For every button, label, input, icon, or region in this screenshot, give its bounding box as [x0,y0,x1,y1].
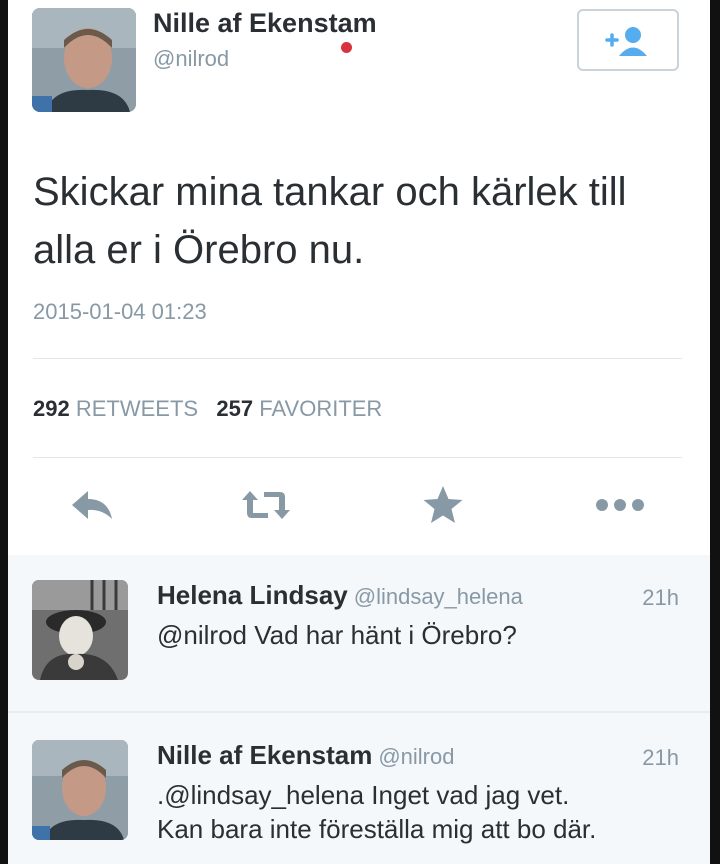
reply-button[interactable] [62,475,122,535]
tweet-actions [0,475,720,535]
reply-author-name-text[interactable]: Helena Lindsay [157,580,348,610]
tweet-text: Skickar mina tankar och kärlek till alla… [33,170,627,272]
favorites-count[interactable]: 257 [216,396,253,421]
reply-divider [8,711,710,713]
reply-time[interactable]: 21h [642,745,679,771]
divider [33,457,682,458]
author-avatar[interactable] [32,8,136,112]
reply-text-line: .@lindsay_helena Inget vad jag vet. [157,780,570,810]
reply-text-line: @nilrod Vad har hänt i Örebro? [157,620,517,650]
more-button[interactable] [590,475,650,535]
more-dots-icon [596,499,644,511]
photo-edge [710,0,720,864]
tweet-stats: 292 RETWEETS 257 FAVORITER [33,396,382,422]
reply-text: @nilrod Vad har hänt i Örebro? [157,618,517,652]
favorites-label[interactable]: FAVORITER [259,396,382,421]
reply-time[interactable]: 21h [642,585,679,611]
divider [33,358,682,359]
author-handle[interactable]: @nilrod [153,46,229,72]
author-name[interactable]: Nille af Ekenstam [153,8,377,39]
favorite-button[interactable] [413,475,473,535]
reply-author-handle[interactable]: @lindsay_helena [354,584,523,609]
retweets-count[interactable]: 292 [33,396,70,421]
reply-avatar[interactable] [32,740,128,840]
add-user-icon [605,27,647,56]
reply-author-name[interactable]: Helena Lindsay @lindsay_helena [157,580,523,611]
favorite-star-icon [423,486,463,523]
reply-avatar[interactable] [32,580,128,680]
retweet-button[interactable] [236,475,296,535]
reply-text-line: Kan bara inte föreställa mig att bo där. [157,814,597,844]
reply-text: .@lindsay_helena Inget vad jag vet. Kan … [157,778,596,846]
follow-button[interactable] [577,9,679,71]
reply-author-name-text[interactable]: Nille af Ekenstam [157,740,372,770]
retweets-label[interactable]: RETWEETS [76,396,198,421]
photo-edge [0,0,8,864]
reply-author-name[interactable]: Nille af Ekenstam @nilrod [157,740,454,771]
reply-icon [72,491,112,519]
retweet-icon [242,491,290,519]
reply-author-handle[interactable]: @nilrod [378,744,454,769]
tweet-detail-screen: Nille af Ekenstam @nilrod Skickar mina t… [0,0,720,864]
tweet-timestamp[interactable]: 2015-01-04 01:23 [33,299,207,325]
red-dot-marker [341,42,352,53]
